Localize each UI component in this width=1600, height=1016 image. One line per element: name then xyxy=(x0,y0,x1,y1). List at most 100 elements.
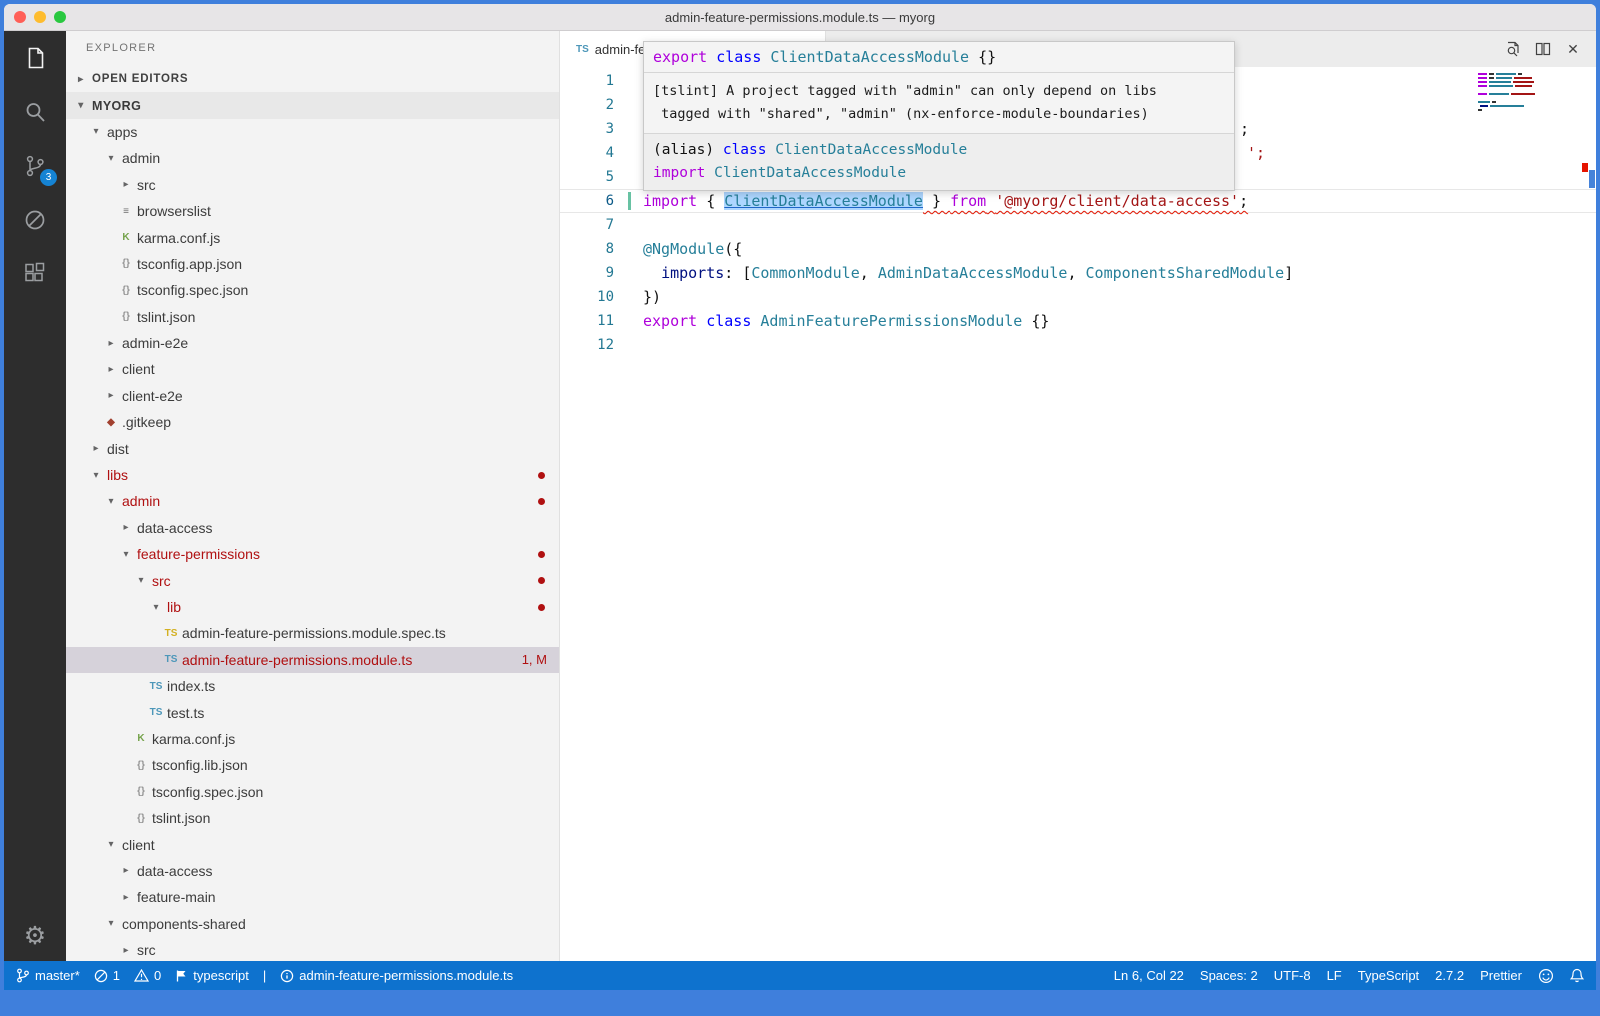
prettier-status[interactable]: Prettier xyxy=(1480,968,1522,983)
tree-item-src[interactable]: ▸src xyxy=(66,172,559,198)
chevron-down-icon: ▾ xyxy=(102,153,120,164)
tree-file-tsconfig.spec.json[interactable]: {}tsconfig.spec.json xyxy=(66,277,559,303)
tree-file-admin-feature-permissions.module.ts[interactable]: TSadmin-feature-permissions.module.ts1, … xyxy=(66,647,559,673)
code-line-7[interactable]: 7 xyxy=(560,213,1596,237)
tree-item-libs[interactable]: ▾libs xyxy=(66,462,559,488)
minimize-window-button[interactable] xyxy=(34,11,46,23)
tree-file-tslint.json[interactable]: {}tslint.json xyxy=(66,805,559,831)
tree-file-test.ts[interactable]: TStest.ts xyxy=(66,699,559,725)
tree-item-data-access[interactable]: ▸data-access xyxy=(66,515,559,541)
tree-item-components-shared[interactable]: ▾components-shared xyxy=(66,911,559,937)
hover-alias-line: import ClientDataAccessModule xyxy=(653,162,1225,185)
chevron-right-icon: ▸ xyxy=(117,179,135,190)
active-file-status[interactable]: admin-feature-permissions.module.ts xyxy=(280,968,513,983)
tree-item-label: libs xyxy=(107,467,128,483)
cursor-position[interactable]: Ln 6, Col 22 xyxy=(1114,968,1184,983)
split-editor-icon[interactable] xyxy=(1530,36,1556,62)
tree-item-label: tsconfig.spec.json xyxy=(152,784,263,800)
typescript-version[interactable]: 2.7.2 xyxy=(1435,968,1464,983)
line-number: 8 xyxy=(560,241,614,257)
tree-item-label: client xyxy=(122,837,155,853)
tree-item-label: client xyxy=(122,361,155,377)
debug-disabled-icon[interactable] xyxy=(20,205,50,235)
tree-item-label: .gitkeep xyxy=(122,414,171,430)
search-icon[interactable] xyxy=(20,97,50,127)
tree-file-index.ts[interactable]: TSindex.ts xyxy=(66,673,559,699)
feedback-smiley[interactable] xyxy=(1538,968,1554,984)
tree-item-apps[interactable]: ▾apps xyxy=(66,119,559,145)
source-control-icon[interactable]: 3 xyxy=(20,151,50,181)
tree-item-src[interactable]: ▸src xyxy=(66,937,559,961)
tree-item-label: apps xyxy=(107,124,137,140)
tree-item-lib[interactable]: ▾lib xyxy=(66,594,559,620)
code-line-content: @NgModule({ xyxy=(643,240,742,258)
explorer-icon[interactable] xyxy=(20,43,50,73)
minimap[interactable] xyxy=(1476,71,1542,115)
titlebar[interactable]: admin-feature-permissions.module.ts — my… xyxy=(4,4,1596,31)
indentation-status[interactable]: Spaces: 2 xyxy=(1200,968,1258,983)
tree-file-.gitkeep[interactable]: ◆.gitkeep xyxy=(66,409,559,435)
code-line-12[interactable]: 12 xyxy=(560,333,1596,357)
extensions-icon[interactable] xyxy=(20,259,50,289)
open-changes-icon[interactable] xyxy=(1500,36,1526,62)
line-number: 12 xyxy=(560,337,614,353)
line-number: 10 xyxy=(560,289,614,305)
code-line-9[interactable]: 9 imports: [CommonModule, AdminDataAcces… xyxy=(560,261,1596,285)
code-line-content: import { ClientDataAccessModule } from '… xyxy=(643,192,1248,210)
tree-file-tsconfig.lib.json[interactable]: {}tsconfig.lib.json xyxy=(66,752,559,778)
code-line-8[interactable]: 8 @NgModule({ xyxy=(560,237,1596,261)
tree-file-tslint.json[interactable]: {}tslint.json xyxy=(66,304,559,330)
close-editor-icon[interactable]: ✕ xyxy=(1560,36,1586,62)
ts-file-icon: TS xyxy=(147,681,165,692)
tree-file-admin-feature-permissions.module.spec.ts[interactable]: TSadmin-feature-permissions.module.spec.… xyxy=(66,620,559,646)
warning-count[interactable]: 0 xyxy=(134,968,161,983)
tree-item-data-access[interactable]: ▸data-access xyxy=(66,858,559,884)
code-token: }) xyxy=(643,288,661,306)
code-editor[interactable]: 123;4';56import { ClientDataAccessModule… xyxy=(560,67,1596,961)
tree-item-admin[interactable]: ▾admin xyxy=(66,145,559,171)
tree-file-karma.conf.js[interactable]: Kkarma.conf.js xyxy=(66,726,559,752)
tree-item-client-e2e[interactable]: ▸client-e2e xyxy=(66,383,559,409)
tree-item-src[interactable]: ▾src xyxy=(66,567,559,593)
git-branch-status[interactable]: master* xyxy=(16,968,80,983)
warning-icon xyxy=(134,969,149,982)
encoding-status[interactable]: UTF-8 xyxy=(1274,968,1311,983)
tree-item-label: MYORG xyxy=(92,99,141,113)
karma-file-icon: K xyxy=(117,232,135,243)
code-line-10[interactable]: 10}) xyxy=(560,285,1596,309)
ts-file-icon: TS xyxy=(147,707,165,718)
tree-item-dist[interactable]: ▸dist xyxy=(66,435,559,461)
tree-item-admin[interactable]: ▾admin xyxy=(66,488,559,514)
tree-item-client[interactable]: ▸client xyxy=(66,356,559,382)
tree-file-tsconfig.spec.json[interactable]: {}tsconfig.spec.json xyxy=(66,779,559,805)
tree-file-karma.conf.js[interactable]: Kkarma.conf.js xyxy=(66,224,559,250)
zoom-window-button[interactable] xyxy=(54,11,66,23)
tree-item-myorg[interactable]: ▾MYORG xyxy=(66,92,559,118)
hover-alias-line: (alias) class ClientDataAccessModule xyxy=(653,139,1225,162)
editor-area: TS admin-feature-permissions.module.ts ✕… xyxy=(560,31,1596,961)
code-token: ClientDataAccessModule xyxy=(714,165,906,181)
explorer-sidebar: EXPLORER ▸OPEN EDITORS▾MYORG▾apps▾admin▸… xyxy=(66,31,560,961)
code-token: imports xyxy=(661,264,724,282)
error-count[interactable]: 1 xyxy=(94,968,120,983)
notifications-bell[interactable] xyxy=(1570,968,1584,983)
settings-gear-icon[interactable]: ⚙ xyxy=(24,921,46,951)
tree-item-feature-permissions[interactable]: ▾feature-permissions xyxy=(66,541,559,567)
tree-item-client[interactable]: ▾client xyxy=(66,831,559,857)
tree-item-open-editors[interactable]: ▸OPEN EDITORS xyxy=(66,66,559,92)
tree-file-tsconfig.app.json[interactable]: {}tsconfig.app.json xyxy=(66,251,559,277)
hover-tslint-message: [tslint] A project tagged with "admin" c… xyxy=(644,73,1234,134)
close-window-button[interactable] xyxy=(14,11,26,23)
code-line-11[interactable]: 11export class AdminFeaturePermissionsMo… xyxy=(560,309,1596,333)
code-line-6[interactable]: 6import { ClientDataAccessModule } from … xyxy=(560,189,1596,213)
code-token: '@myorg/client/data-access' xyxy=(995,192,1239,210)
tslint-status[interactable]: typescript xyxy=(175,968,249,983)
line-number: 2 xyxy=(560,97,614,113)
language-mode[interactable]: TypeScript xyxy=(1358,968,1419,983)
eol-status[interactable]: LF xyxy=(1327,968,1342,983)
tree-item-feature-main[interactable]: ▸feature-main xyxy=(66,884,559,910)
tree-item-admin-e2e[interactable]: ▸admin-e2e xyxy=(66,330,559,356)
code-token: import xyxy=(643,192,697,210)
info-icon xyxy=(280,969,294,983)
tree-file-browserslist[interactable]: ≡browserslist xyxy=(66,198,559,224)
